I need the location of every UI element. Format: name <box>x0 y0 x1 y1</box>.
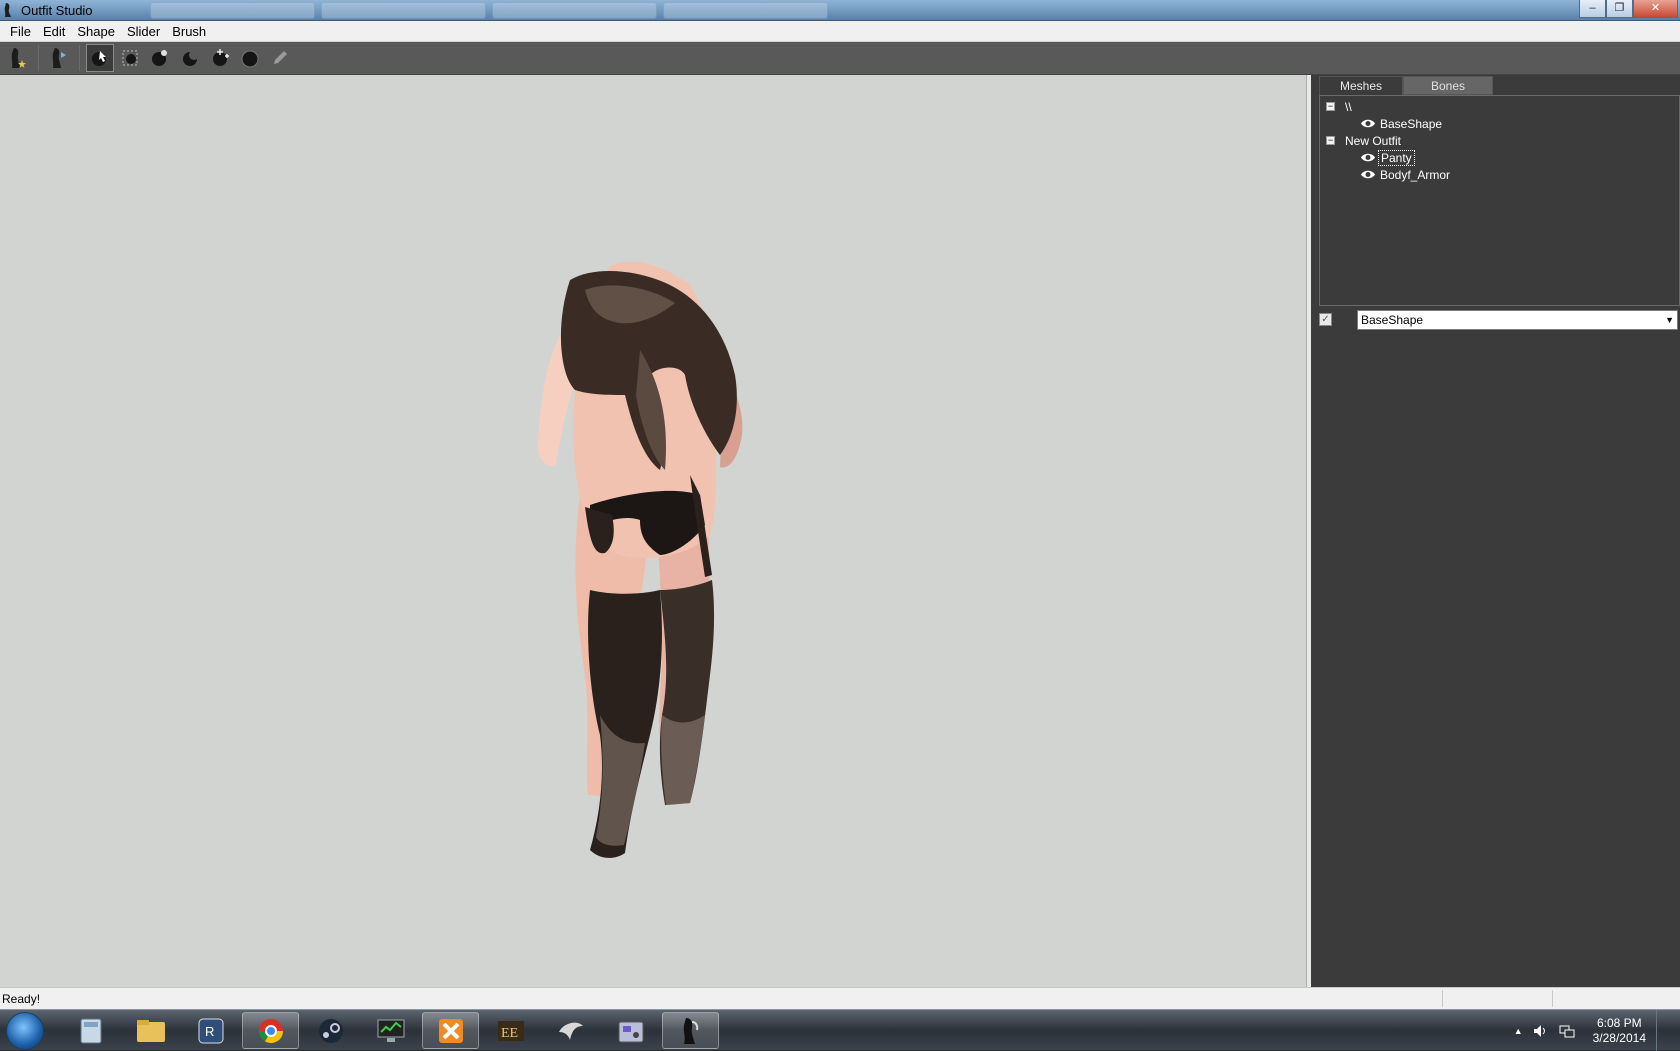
svg-text:EE: EE <box>501 1026 518 1041</box>
eye-icon[interactable] <box>1360 169 1376 180</box>
game-icon[interactable]: EE <box>482 1012 539 1049</box>
eye-icon[interactable] <box>1360 118 1376 129</box>
menu-edit[interactable]: Edit <box>37 21 71 42</box>
chrome-icon[interactable] <box>242 1012 299 1049</box>
eye-icon[interactable] <box>1360 152 1376 163</box>
slider-row: ✓ BaseShape ▼ <box>1311 308 1680 332</box>
inflate-brush-button[interactable] <box>146 44 174 72</box>
chevron-down-icon: ▼ <box>1665 315 1674 325</box>
status-bar: Ready! <box>0 987 1680 1009</box>
pencil-icon <box>274 51 287 64</box>
select-brush-button[interactable] <box>86 44 114 72</box>
toolbar <box>0 42 1680 75</box>
network-icon[interactable] <box>1559 1024 1575 1038</box>
maximize-button[interactable]: ❐ <box>1606 0 1633 18</box>
tree-group-new-outfit[interactable]: − New Outfit <box>1326 132 1403 149</box>
menu-slider[interactable]: Slider <box>121 21 166 42</box>
outfit-model-preview <box>537 261 743 858</box>
tab-meshes[interactable]: Meshes <box>1319 76 1403 95</box>
tree-item-label: Panty <box>1378 149 1415 166</box>
move-icon <box>213 49 229 66</box>
steam-icon[interactable] <box>302 1012 359 1049</box>
menu-file[interactable]: File <box>4 21 37 42</box>
close-button[interactable]: ✕ <box>1633 0 1678 18</box>
slider-list-area <box>1311 334 1680 987</box>
slider-checkbox[interactable]: ✓ <box>1319 313 1332 326</box>
outfit-studio-app-icon <box>4 3 11 17</box>
xsplit-icon[interactable] <box>422 1012 479 1049</box>
move-brush-button[interactable] <box>206 44 234 72</box>
explorer-icon[interactable] <box>122 1012 179 1049</box>
volume-icon[interactable] <box>1533 1024 1549 1038</box>
status-text: Ready! <box>2 992 41 1006</box>
tool-icon[interactable] <box>602 1012 659 1049</box>
tab-bones[interactable]: Bones <box>1403 76 1493 95</box>
tray-expand-icon[interactable]: ▲ <box>1514 1026 1523 1036</box>
tree-item-label: Bodyf_Armor <box>1380 167 1451 182</box>
system-tray: ▲ 6:08 PM 3/28/2014 <box>1514 1010 1670 1051</box>
title-bar: Outfit Studio ‒ ❐ ✕ <box>0 0 1680 21</box>
clock-date: 3/28/2014 <box>1592 1030 1646 1045</box>
background-browser-tabs <box>150 2 828 19</box>
menu-shape[interactable]: Shape <box>71 21 121 42</box>
collapse-icon[interactable]: − <box>1326 102 1335 111</box>
3d-viewport[interactable] <box>0 75 1306 987</box>
shape-select-dropdown[interactable]: BaseShape ▼ <box>1357 310 1678 330</box>
svg-text:R: R <box>205 1024 214 1039</box>
mask-icon <box>122 50 138 66</box>
load-reference-button[interactable] <box>45 44 73 72</box>
taskbar: R EE ▲ 6:08 PM 3/28/2014 <box>0 1009 1680 1051</box>
deflate-brush-button[interactable] <box>176 44 204 72</box>
calculator-icon[interactable] <box>62 1012 119 1049</box>
menu-bar: File Edit Shape Slider Brush <box>0 21 1680 42</box>
menu-brush[interactable]: Brush <box>166 21 212 42</box>
weight-brush-button[interactable] <box>266 44 294 72</box>
inflate-icon <box>152 50 167 66</box>
status-pane <box>1442 990 1443 1007</box>
minimize-button[interactable]: ‒ <box>1579 0 1606 18</box>
panel-tabs: Meshes Bones <box>1311 75 1680 95</box>
taskbar-apps: R EE <box>62 1012 719 1049</box>
window-title: Outfit Studio <box>21 3 93 18</box>
tree-item-bodyf-armor[interactable]: Bodyf_Armor <box>1360 166 1452 183</box>
tree-group-root[interactable]: − \\ <box>1326 98 1354 115</box>
app-icon[interactable]: R <box>182 1012 239 1049</box>
figure-load-icon <box>52 48 66 68</box>
arrow-cursor-icon <box>92 51 106 66</box>
tree-item-panty[interactable]: Panty <box>1360 149 1415 166</box>
status-pane <box>1552 990 1553 1007</box>
mask-brush-button[interactable] <box>116 44 144 72</box>
start-button[interactable] <box>6 1012 44 1050</box>
figure-new-icon <box>11 48 26 68</box>
collapse-icon[interactable]: − <box>1326 136 1335 145</box>
tree-group-label: New Outfit <box>1345 133 1402 148</box>
smooth-icon <box>241 50 259 68</box>
shape-select-value: BaseShape <box>1361 313 1424 327</box>
right-panel: Meshes Bones − \\ BaseShape − New Outfit… <box>1311 75 1680 987</box>
tree-item-baseshape[interactable]: BaseShape <box>1360 115 1444 132</box>
clock-time: 6:08 PM <box>1596 1015 1642 1030</box>
monitor-icon[interactable] <box>362 1012 419 1049</box>
skyrim-icon[interactable] <box>542 1012 599 1049</box>
show-desktop-button[interactable] <box>1656 1010 1670 1051</box>
clock[interactable]: 6:08 PM 3/28/2014 <box>1593 1016 1646 1046</box>
outfit-studio-icon[interactable] <box>662 1012 719 1049</box>
mesh-tree: − \\ BaseShape − New Outfit Panty Bodyf_… <box>1319 95 1680 306</box>
smooth-brush-button[interactable] <box>236 44 264 72</box>
deflate-icon <box>183 50 199 66</box>
tree-item-label: BaseShape <box>1380 116 1443 131</box>
tree-group-label: \\ <box>1345 99 1352 114</box>
new-project-button[interactable] <box>4 44 32 72</box>
